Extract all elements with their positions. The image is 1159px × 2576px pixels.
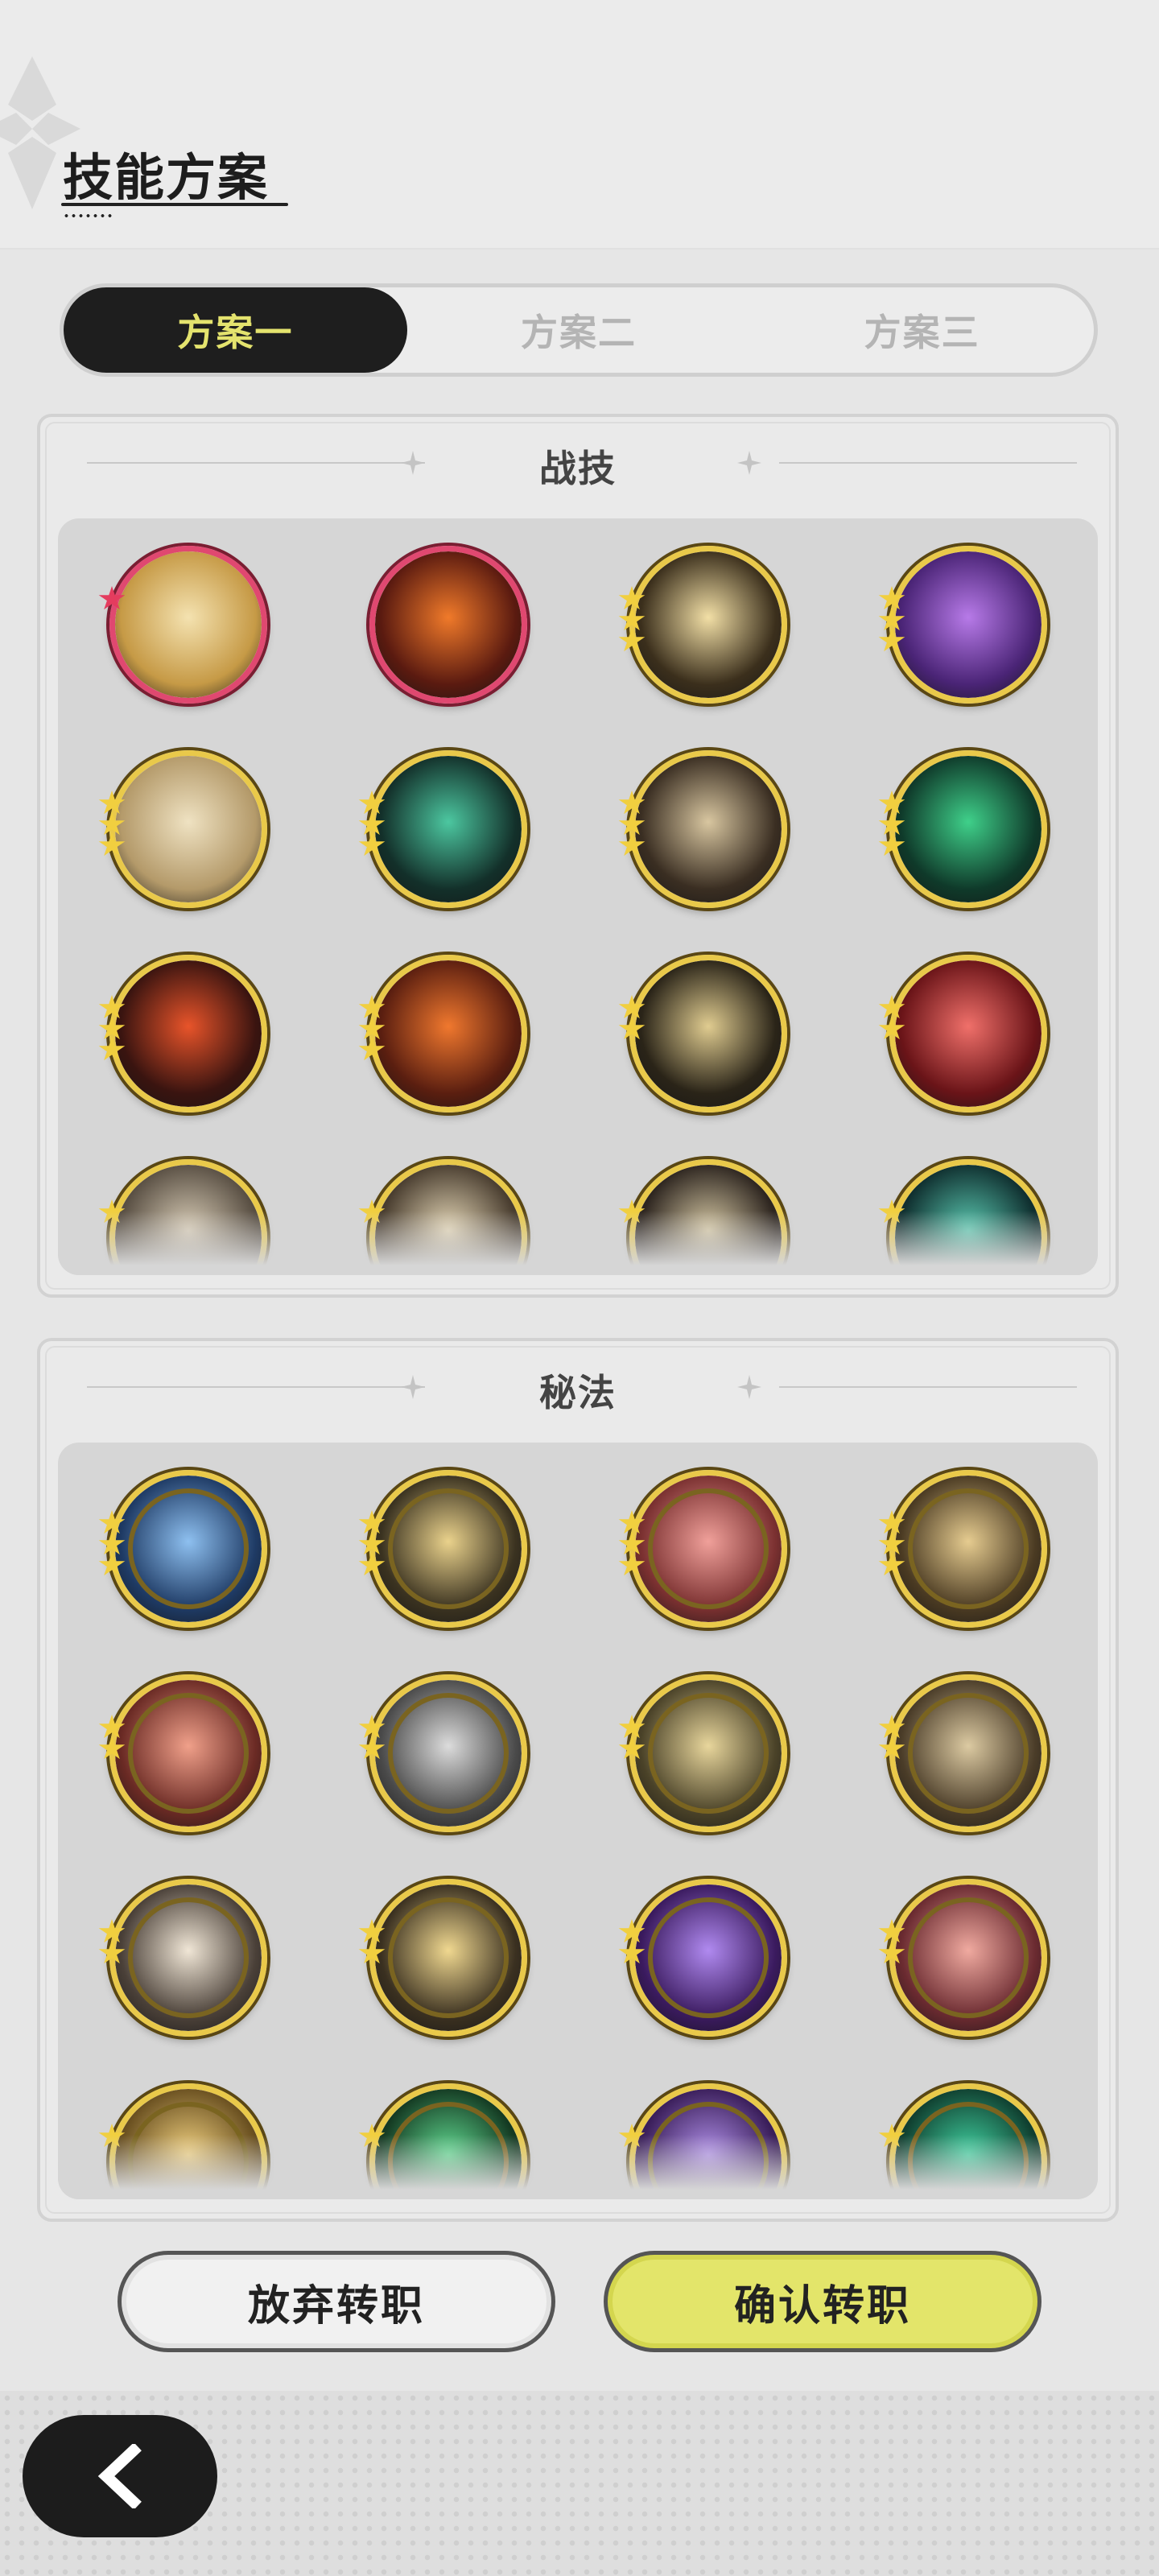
star-rating [98, 995, 126, 1061]
confirm-class-change-button[interactable]: 确认转职 [604, 2251, 1041, 2352]
golden-vortex-icon[interactable] [369, 1879, 527, 2037]
divider [779, 1386, 1077, 1388]
skill-slot [58, 1879, 318, 2037]
skill-slot [318, 1674, 578, 1832]
panel-title: 战技 [539, 447, 617, 490]
golden-figure-icon[interactable] [889, 1470, 1047, 1628]
skill-slot [318, 750, 578, 908]
back-button[interactable] [23, 2415, 217, 2537]
red-slash-icon[interactable] [109, 955, 267, 1113]
tab-scheme-2[interactable]: 方案二 [407, 287, 751, 373]
pink-flower-icon[interactable] [629, 1470, 787, 1628]
skill-slot [58, 1674, 318, 1832]
pink-wave-icon[interactable] [889, 1879, 1047, 2037]
star-rating [878, 995, 905, 1040]
star-rating [358, 791, 386, 857]
skill-slot [838, 1879, 1098, 2037]
skill-slot [838, 955, 1098, 1113]
shield-figure-icon[interactable] [369, 1674, 527, 1832]
skill-slot [318, 1879, 578, 2037]
tab-scheme-1[interactable]: 方案一 [64, 287, 407, 373]
star-rating [878, 586, 905, 652]
star-rating [618, 1510, 645, 1576]
sparkle-icon [737, 451, 761, 475]
skill-grid-scroll[interactable] [58, 1443, 1098, 2199]
title-underline [61, 203, 288, 206]
star-rating [98, 1919, 126, 1964]
skill-slot [838, 1674, 1098, 1832]
panel-header: 战技 [40, 417, 1116, 514]
lightning-blade-icon[interactable] [629, 955, 787, 1113]
skill-slot [838, 1470, 1098, 1628]
star-rating [358, 1715, 386, 1760]
star-rating [618, 995, 645, 1040]
eye-icon[interactable] [369, 1470, 527, 1628]
skill-slot [318, 546, 578, 704]
panel-header: 秘法 [40, 1341, 1116, 1438]
star-rating [98, 791, 126, 857]
wind-slash-icon[interactable] [109, 750, 267, 908]
secret-arts-panel: 秘法 [37, 1338, 1119, 2222]
star-rating [878, 1715, 905, 1760]
skill-slot [838, 546, 1098, 704]
scheme-tabs: 方案一 方案二 方案三 [60, 283, 1098, 377]
page-title: 技能方案 [63, 148, 270, 207]
skill-slot [838, 750, 1098, 908]
star-rating [618, 1715, 645, 1760]
fire-swirl-icon[interactable] [369, 546, 527, 704]
green-wave-icon[interactable] [369, 750, 527, 908]
skill-slot [578, 1879, 838, 2037]
blue-emblem-icon[interactable] [109, 1470, 267, 1628]
golem-icon[interactable] [629, 1674, 787, 1832]
star-rating [98, 586, 126, 610]
skill-slot [578, 546, 838, 704]
panel-title: 秘法 [539, 1371, 617, 1414]
dragon-icon[interactable] [889, 1674, 1047, 1832]
skill-slot [578, 1674, 838, 1832]
purple-roses-icon[interactable] [889, 546, 1047, 704]
star-rating [618, 586, 645, 652]
star-rating [878, 1510, 905, 1576]
star-rating [618, 1919, 645, 1964]
burst-icon[interactable] [629, 546, 787, 704]
skill-slot [318, 955, 578, 1113]
sword-raise-icon[interactable] [889, 955, 1047, 1113]
star-rating [358, 995, 386, 1061]
star-rating [98, 1715, 126, 1760]
purple-flame-icon[interactable] [629, 1879, 787, 2037]
chevron-left-icon [97, 2444, 142, 2508]
skill-slot [578, 750, 838, 908]
combat-skills-panel: 战技 [37, 414, 1119, 1298]
give-up-class-change-button[interactable]: 放弃转职 [118, 2251, 555, 2352]
star-rating [98, 1510, 126, 1576]
skill-slot [58, 546, 318, 704]
skill-grid-scroll[interactable] [58, 518, 1098, 1275]
flame-figure-icon[interactable] [369, 955, 527, 1113]
skill-slot [58, 955, 318, 1113]
title-dots [63, 214, 114, 217]
page-header: 技能方案 [0, 0, 1159, 250]
skill-slot [578, 955, 838, 1113]
tab-scheme-3[interactable]: 方案三 [750, 287, 1094, 373]
star-rating [878, 1919, 905, 1964]
skill-grid [58, 546, 1098, 1275]
green-ring-icon[interactable] [889, 750, 1047, 908]
sparkle-icon [737, 1375, 761, 1399]
skill-slot [58, 750, 318, 908]
skill-slot [578, 1470, 838, 1628]
sword-icon[interactable] [109, 1879, 267, 2037]
claw-strike-icon[interactable] [629, 750, 787, 908]
skill-slot [318, 1470, 578, 1628]
skill-grid [58, 1470, 1098, 2199]
star-rating [358, 1510, 386, 1576]
star-rating [618, 791, 645, 857]
divider [779, 462, 1077, 464]
skill-slot [58, 1470, 318, 1628]
star-rating [358, 1919, 386, 1964]
golden-swirl-icon[interactable] [109, 546, 267, 704]
star-rating [878, 791, 905, 857]
red-claw-icon[interactable] [109, 1674, 267, 1832]
